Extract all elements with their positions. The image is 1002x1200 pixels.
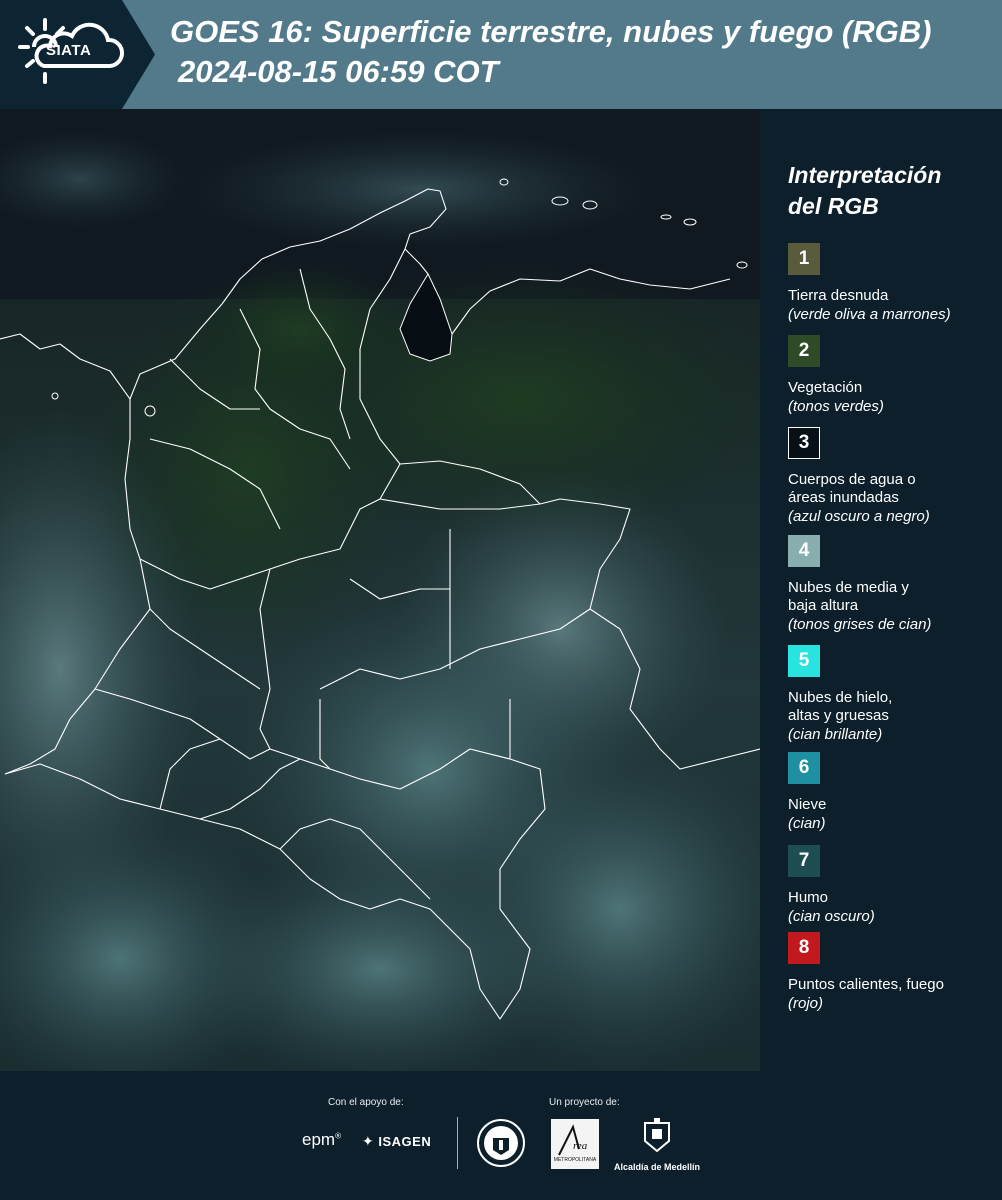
page-timestamp: 2024-08-15 06:59 COT: [178, 54, 499, 89]
coat-of-arms-icon: [644, 1118, 670, 1153]
page-title: GOES 16: Superficie terrestre, nubes y f…: [170, 14, 932, 49]
legend-description: (cian): [788, 815, 826, 832]
legend-swatch: 6: [788, 752, 820, 784]
area-metropolitana-logo: rea METROPOLITANA: [551, 1119, 599, 1169]
legend-label: Tierra desnuda: [788, 287, 889, 304]
legend-description: (verde oliva a marrones): [788, 306, 951, 323]
svg-text:rea: rea: [573, 1140, 588, 1152]
satellite-image: [0, 109, 760, 1071]
legend-label: Nieve: [788, 796, 827, 813]
legend-swatch: 3: [788, 427, 820, 459]
legend-swatch: 8: [788, 932, 820, 964]
legend-label: Puntos calientes, fuego: [788, 976, 944, 993]
satellite-map[interactable]: [0, 109, 760, 1071]
isagen-logo: ✦ ISAGEN: [362, 1133, 432, 1149]
legend-description: (tonos grises de cian): [788, 616, 932, 633]
legend-item-8: 8 Puntos calientes, fuego (rojo): [788, 932, 944, 1014]
university-seal-icon: [477, 1119, 525, 1167]
legend-item-7: 7 Humo (cian oscuro): [788, 845, 875, 927]
legend-description: (cian oscuro): [788, 908, 875, 925]
legend-item-2: 2 Vegetación (tonos verdes): [788, 335, 884, 417]
legend-label: Cuerpos de agua o áreas inundadas: [788, 471, 916, 506]
alcaldia-logo: Alcaldía de Medellín: [611, 1117, 703, 1172]
legend-label: Nubes de hielo, altas y gruesas: [788, 689, 893, 724]
legend-panel: Interpretación del RGB: [788, 160, 998, 240]
legend-swatch: 4: [788, 535, 820, 567]
legend-item-3: 3 Cuerpos de agua o áreas inundadas (azul …: [788, 427, 930, 527]
legend-description: (cian brillante): [788, 726, 883, 743]
legend-swatch: 5: [788, 645, 820, 677]
footer: Con el apoyo de: Un proyecto de: epm® ✦ …: [0, 1071, 1002, 1200]
legend-description: (rojo): [788, 995, 824, 1012]
alcaldia-text: Alcaldía de Medellín: [613, 1162, 701, 1172]
footer-divider: [457, 1117, 458, 1169]
legend-title: Interpretación del RGB: [788, 162, 942, 219]
legend-item-4: 4 Nubes de media y baja altura (tonos gris…: [788, 535, 931, 635]
support-label: Con el apoyo de:: [328, 1097, 404, 1108]
epm-logo: epm®: [302, 1130, 341, 1149]
legend-item-6: 6 Nieve (cian): [788, 752, 826, 834]
legend-label: Humo: [788, 889, 829, 906]
legend-label: Vegetación: [788, 379, 863, 396]
legend-item-1: 1 Tierra desnuda (verde oliva a marrones): [788, 243, 951, 325]
legend-swatch: 1: [788, 243, 820, 275]
legend-item-5: 5 Nubes de hielo, altas y gruesas (cian br…: [788, 645, 892, 745]
legend-description: (tonos verdes): [788, 398, 884, 415]
legend-swatch: 2: [788, 335, 820, 367]
logo-text: SIATA: [46, 42, 92, 59]
legend-description: (azul oscuro a negro): [788, 508, 930, 525]
svg-text:METROPOLITANA: METROPOLITANA: [554, 1157, 597, 1163]
legend-swatch: 7: [788, 845, 820, 877]
legend-label: Nubes de media y baja altura: [788, 579, 909, 614]
project-label: Un proyecto de:: [549, 1097, 620, 1108]
